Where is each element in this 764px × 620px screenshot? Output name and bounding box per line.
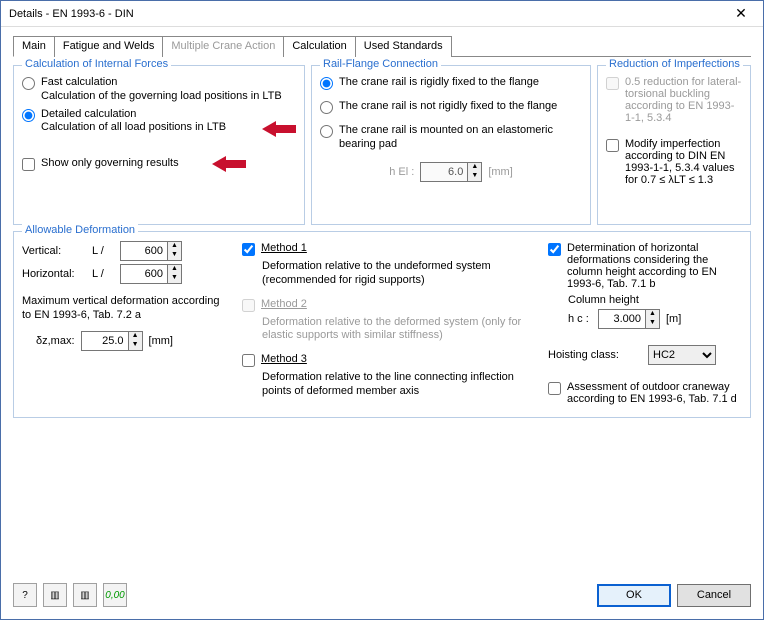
select-hoisting-class[interactable]: HC2 [648,345,716,365]
spin-down-icon[interactable]: ▼ [168,274,181,283]
group-reduction-imperfections: Reduction of Imperfections 0.5 reduction… [597,65,751,225]
spin-up-icon[interactable]: ▲ [646,310,659,319]
legend: Allowable Deformation [22,224,138,236]
desc-method3: Deformation relative to the line connect… [262,371,528,399]
label-hoisting-class: Hoisting class: [548,349,648,361]
label-outdoor: Assessment of outdoor craneway according… [567,381,742,405]
legend: Rail-Flange Connection [320,58,441,70]
window-title: Details - EN 1993-6 - DIN [9,8,727,20]
tab-main[interactable]: Main [13,36,55,57]
checkbox-method2 [242,299,255,312]
input-horizontal[interactable] [121,265,167,283]
help-icon[interactable]: ? [13,583,37,607]
checkbox-05-reduction [606,77,619,90]
checkbox-method1[interactable] [242,243,255,256]
spinner-horizontal[interactable]: ▲▼ [120,264,182,284]
label-05-reduction: 0.5 reduction for lateral-torsional buck… [625,76,742,124]
radio-rail-rigid[interactable] [320,77,333,90]
unit-mm: [mm] [488,166,512,178]
label-modify-imperfection: Modify imperfection according to DIN EN … [625,138,742,186]
legend: Calculation of Internal Forces [22,58,171,70]
group-calc-internal-forces: Calculation of Internal Forces Fast calc… [13,65,305,225]
arrow-icon [212,155,246,173]
unit-m: [m] [666,313,681,325]
spin-down-icon[interactable]: ▼ [168,251,181,260]
input-hc[interactable] [599,310,645,328]
label-l-slash: L / [92,268,120,280]
desc-method2: Deformation relative to the deformed sys… [262,316,528,344]
radio-rail-not-rigid[interactable] [320,101,333,114]
label-method2: Method 2 [261,298,307,310]
toolbar-icon-2[interactable]: ▥ [73,583,97,607]
spin-down-icon: ▼ [468,172,481,181]
spinner-dzmax[interactable]: ▲▼ [81,331,143,351]
cancel-button[interactable]: Cancel [677,584,751,607]
spin-up-icon[interactable]: ▲ [168,242,181,251]
label-method1: Method 1 [261,242,307,254]
label-governing-results: Show only governing results [41,157,179,169]
radio-detailed-calc[interactable] [22,109,35,122]
desc-method1: Deformation relative to the undeformed s… [262,260,528,288]
arrow-icon [262,120,296,138]
tab-used-standards[interactable]: Used Standards [355,36,452,57]
spinner-vertical[interactable]: ▲▼ [120,241,182,261]
label-fast-calc: Fast calculation [41,76,117,88]
checkbox-method3[interactable] [242,354,255,367]
input-vertical[interactable] [121,242,167,260]
label-l-slash: L / [92,245,120,257]
radio-fast-calc[interactable] [22,77,35,90]
spin-up-icon: ▲ [468,163,481,172]
label-hc: h c : [568,313,598,325]
label-rail-rigid: The crane rail is rigidly fixed to the f… [339,76,539,90]
checkbox-modify-imperfection[interactable] [606,139,619,152]
label-horizontal: Horizontal: [22,268,92,280]
input-dzmax[interactable] [82,332,128,350]
tab-multiple-crane: Multiple Crane Action [162,36,284,57]
tab-calculation[interactable]: Calculation [283,36,355,57]
checkbox-outdoor[interactable] [548,382,561,395]
tab-bar: Main Fatigue and Welds Multiple Crane Ac… [13,35,751,57]
spin-up-icon[interactable]: ▲ [129,332,142,341]
label-det-horiz: Determination of horizontal deformations… [567,242,742,290]
footer: ? ▥ ▥ 0,00 OK Cancel [1,579,763,619]
spinner-hc[interactable]: ▲▼ [598,309,660,329]
dialog-window: Details - EN 1993-6 - DIN ✕ Main Fatigue… [0,0,764,620]
label-dzmax: δz,max: [36,335,75,347]
group-rail-flange: Rail-Flange Connection The crane rail is… [311,65,591,225]
radio-rail-elastomeric[interactable] [320,125,333,138]
legend: Reduction of Imperfections [606,58,743,70]
label-column-height: Column height [568,294,742,306]
ok-button[interactable]: OK [597,584,671,607]
decimal-icon[interactable]: 0,00 [103,583,127,607]
label-max-vert-def: Maximum vertical deformation according t… [22,294,222,323]
spinner-hel[interactable]: ▲▼ [420,162,482,182]
label-vertical: Vertical: [22,245,92,257]
unit-mm: [mm] [149,335,173,347]
close-icon[interactable]: ✕ [727,4,755,24]
titlebar: Details - EN 1993-6 - DIN ✕ [1,1,763,27]
input-hel [421,163,467,181]
spin-up-icon[interactable]: ▲ [168,265,181,274]
desc-fast-calc: Calculation of the governing load positi… [41,90,282,102]
label-detailed-calc: Detailed calculation [41,108,136,120]
checkbox-governing-results[interactable] [22,158,35,171]
group-allowable-deformation: Allowable Deformation Vertical: L / ▲▼ H… [13,231,751,418]
label-rail-not-rigid: The crane rail is not rigidly fixed to t… [339,100,557,114]
label-method3: Method 3 [261,353,307,365]
spin-down-icon[interactable]: ▼ [646,319,659,328]
checkbox-det-horiz[interactable] [548,243,561,256]
toolbar-icon-1[interactable]: ▥ [43,583,67,607]
label-rail-elastomeric: The crane rail is mounted on an elastome… [339,124,582,152]
desc-detailed-calc: Calculation of all load positions in LTB [41,121,226,133]
dialog-body: Main Fatigue and Welds Multiple Crane Ac… [1,27,763,579]
tab-fatigue[interactable]: Fatigue and Welds [54,36,164,57]
label-hel: h El : [389,166,414,178]
spin-down-icon[interactable]: ▼ [129,341,142,350]
